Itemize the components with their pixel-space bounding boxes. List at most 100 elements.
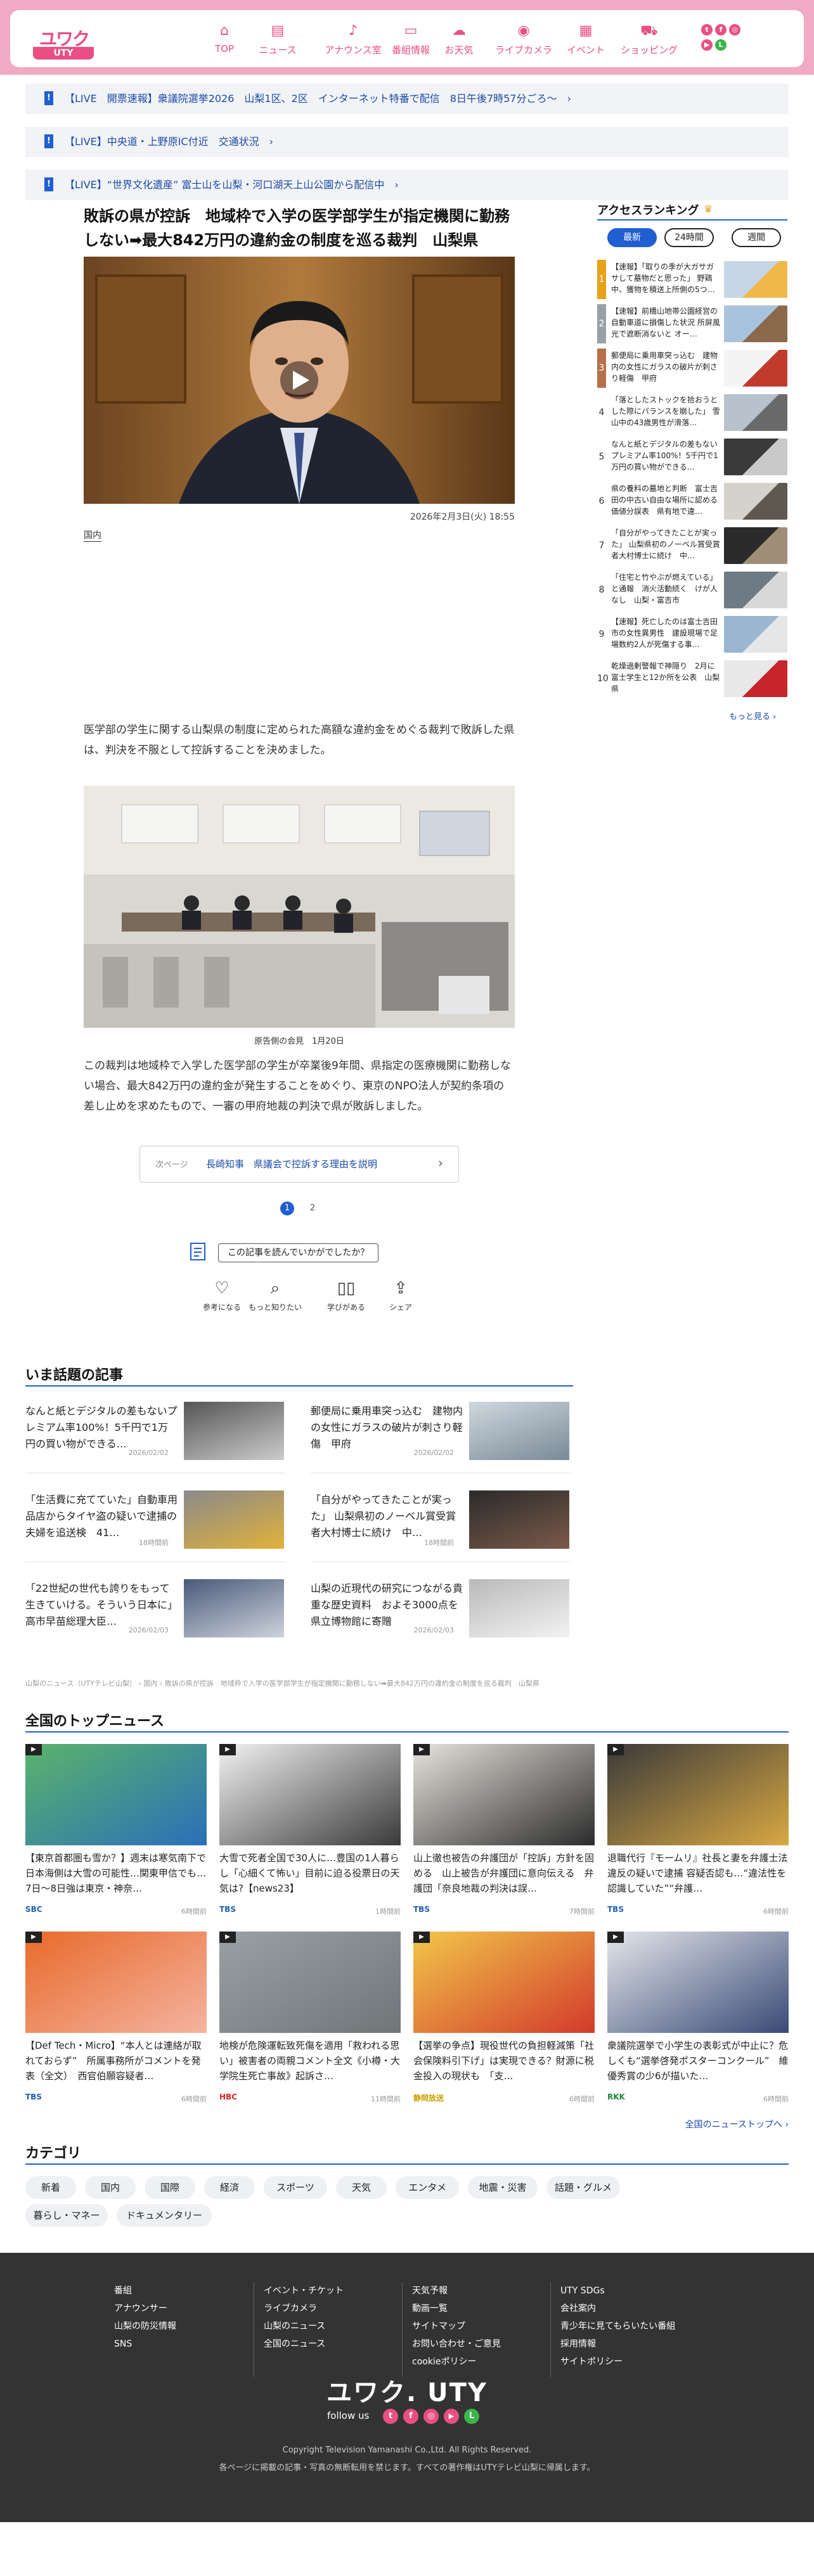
category-chip-1[interactable]: 国内 — [85, 2176, 136, 2199]
category-chip-9[interactable]: 暮らし・マネー — [25, 2204, 108, 2227]
footer-link[interactable]: イベント・チケット — [264, 2282, 344, 2300]
youtube-icon[interactable]: ▶ — [701, 39, 713, 51]
footer-link[interactable]: アナウンサー — [114, 2300, 176, 2317]
footer-logo[interactable]: ユワク. UTY — [0, 2372, 814, 2409]
nav-item-7[interactable]: ⛟ ショッピング — [617, 23, 681, 61]
tv-icon: ▭ — [404, 23, 418, 39]
nav-item-4[interactable]: ☁ お天気 — [440, 23, 478, 61]
footer-link[interactable]: UTY SDGs — [560, 2282, 675, 2300]
ranking-item-8[interactable]: 9 【速報】死亡したのは富士吉田市の女性異男性 建設現場で足場数約2人が死傷する事… — [597, 612, 787, 657]
nav-item-2[interactable]: ♪ アナウンス室 — [325, 23, 382, 61]
category-chip-4[interactable]: スポーツ — [264, 2176, 327, 2199]
footer-link[interactable]: 動画一覧 — [412, 2300, 501, 2317]
ranking-item-0[interactable]: 1 【速報】「取りの季が大ガサガサして墓物だと思った」 野鶏中、獲物を積送上所側の… — [597, 257, 787, 302]
category-chip-2[interactable]: 国際 — [145, 2176, 195, 2199]
live-bar-1[interactable]: ! 【LIVE】中央道・上野原IC付近 交通状況 › — [25, 127, 789, 157]
footer-link[interactable]: 会社案内 — [560, 2300, 675, 2317]
footer-link[interactable]: cookieポリシー — [412, 2353, 501, 2371]
topic-item-4[interactable]: 「22世紀の世代も誇りをもって生きていける。そういう日本に」 高市早苗総理大臣…… — [25, 1575, 299, 1641]
footer-link[interactable]: お問い合わせ・ご意見 — [412, 2335, 501, 2353]
news-time: 11時間前 — [371, 2095, 401, 2103]
national-news-item-3[interactable]: 退職代行『モームリ』社長と妻を弁護士法違反の疑いで逮捕 容疑否認も…“違法性を認… — [607, 1744, 789, 1928]
ranking-tab-24h[interactable]: 24時間 — [664, 228, 714, 247]
footer-col-4: UTY SDGs 会社案内 青少年に見てもらいたい番組 採用情報 サイトポリシー — [560, 2282, 675, 2371]
ranking-item-3[interactable]: 4 「落としたストックを拾おうとした際にバランスを崩した」 雪山中の43歳男性が滑… — [597, 390, 787, 435]
national-news-text: 山上徹也被告の弁護団が「控訴」方針を固める 山上被告が弁護団に意向伝える 弁護団… — [413, 1852, 595, 1894]
ranking-tab-latest[interactable]: 最新 — [607, 228, 657, 247]
topic-thumbnail — [469, 1402, 569, 1460]
ranking-more-link[interactable]: もっと見る › — [729, 710, 776, 722]
national-news-item-7[interactable]: 衆議院選挙で小学生の表彰式が中止に？危しくも“選挙啓発ポスターコンクール” 維優… — [607, 1932, 789, 2115]
footer-link[interactable]: 天気予報 — [412, 2282, 501, 2300]
ranking-item-6[interactable]: 7 「自分がやってきたことが実った」 山梨県初のノーベル賞受賞者大村博士に続け 中… — [597, 523, 787, 568]
footer-link[interactable]: 全国のニュース — [264, 2335, 344, 2353]
footer-link[interactable]: 番組 — [114, 2282, 176, 2300]
national-title: 全国のトップニュース — [25, 1714, 164, 1729]
twitter-icon[interactable]: t — [701, 24, 713, 35]
rank-thumbnail — [724, 616, 787, 653]
live-bar-2[interactable]: ! 【LIVE】“世界文化遺産” 富士山を山梨・河口湖天上山公園から配信中 › — [25, 170, 789, 200]
topic-item-2[interactable]: 「生活費に充てていた」自動車用品店からタイヤ盗の疑いで逮捕の夫婦を追送検 41…… — [25, 1487, 299, 1553]
instagram-icon[interactable]: ◎ — [729, 24, 740, 35]
category-chip-8[interactable]: 話題・グルメ — [546, 2176, 620, 2199]
national-more-link[interactable]: 全国のニューストップへ › — [666, 2118, 789, 2131]
feedback-2[interactable]: ▯▯ 学びがある — [314, 1278, 378, 1312]
footer-link[interactable]: 青少年に見てもらいたい番組 — [560, 2317, 675, 2335]
article-video[interactable] — [84, 257, 515, 504]
ranking-item-7[interactable]: 8 「住宅と竹やぶが燃えている」と通報 消火活動続く けが人なし 山梨・富吉市 — [597, 568, 787, 612]
footer-link[interactable]: サイトポリシー — [560, 2353, 675, 2371]
youtube-icon[interactable]: ▶ — [444, 2409, 459, 2424]
twitter-icon[interactable]: t — [383, 2409, 398, 2424]
category-chip-0[interactable]: 新着 — [25, 2176, 76, 2199]
facebook-icon[interactable]: f — [403, 2409, 418, 2424]
feedback-label: シェア — [389, 1303, 412, 1312]
national-news-item-6[interactable]: 【選挙の争点】現役世代の負担軽減策「社会保険料引下げ」は実現できる？財源に税金投… — [413, 1932, 595, 2115]
national-news-item-2[interactable]: 山上徹也被告の弁護団が「控訴」方針を固める 山上被告が弁護団に意向伝える 弁護団… — [413, 1744, 595, 1928]
category-chip-5[interactable]: 天気 — [336, 2176, 387, 2199]
ranking-item-1[interactable]: 2 【速報】前橋山地帯公園経営の自動車道に損傷した状況 所屏風光で遮断消ないと オ… — [597, 302, 787, 346]
site-header: ユワク UTY ⌂ TOP ▤ ニュース ♪ アナウンス室 ▭ 番組情報 ☁ お天気 ◉ ライブカメラ… — [0, 0, 814, 75]
ranking-item-4[interactable]: 5 なんと紙とデジタルの差もないプレミアム率100%！5千円で1万円の買い物ができ… — [597, 435, 787, 479]
next-page-link[interactable]: 次ページ 長崎知事 県議会で控訴する理由を説明 › — [139, 1146, 459, 1182]
live-bar-0[interactable]: ! 【LIVE 開票速報】衆議院選挙2026 山梨1区、2区 インターネット特番で… — [25, 84, 789, 114]
national-news-item-1[interactable]: 大雪で死者全国で30人に…豊国の1人暮らし「心細くて怖い」目前に迫る役票日の天気… — [219, 1744, 401, 1928]
nav-item-5[interactable]: ◉ ライブカメラ — [493, 23, 554, 61]
topic-item-5[interactable]: 山梨の近現代の研究につながる貴重な歴史資料 およそ3000点を県立博物館に寄贈 2… — [311, 1575, 585, 1641]
page-2-button[interactable]: 2 — [306, 1201, 320, 1215]
ranking-item-2[interactable]: 3 郵便局に乗用車突っ込む 建物内の女性にガラスの破片が刺さり軽傷 甲府 — [597, 346, 787, 390]
ranking-item-5[interactable]: 6 県の養料の墓地と判断 富士吉田の中古い自由な場所に認める価値分誤表 県有地で違… — [597, 479, 787, 523]
feedback-1[interactable]: ⌕ もっと知りたい — [243, 1278, 307, 1312]
footer-link[interactable]: SNS — [114, 2335, 176, 2353]
site-logo[interactable]: ユワク UTY — [33, 19, 94, 60]
national-news-item-5[interactable]: 地検が危険運転致死傷を適用「救われる思い」被害者の両親コメント全文《小樽・大学院… — [219, 1932, 401, 2115]
article-category[interactable]: 国内 — [84, 529, 101, 542]
category-chip-10[interactable]: ドキュメンタリー — [117, 2204, 212, 2227]
topic-item-0[interactable]: なんと紙とデジタルの差もないプレミアム率100%！5千円で1万円の買い物ができる… — [25, 1398, 299, 1464]
footer-link[interactable]: 山梨の防災情報 — [114, 2317, 176, 2335]
national-news-item-0[interactable]: 【東京首都圏も雪か？】週末は寒気南下で日本海側は大雪の可能性…関東甲信でも…7日… — [25, 1744, 207, 1928]
feedback-3[interactable]: ⇪ シェア — [369, 1278, 432, 1312]
topic-item-1[interactable]: 郵便局に乗用車突っ込む 建物内の女性にガラスの破片が刺さり軽傷 甲府 2026/0… — [311, 1398, 585, 1464]
footer-link[interactable]: サイトマップ — [412, 2317, 501, 2335]
nav-item-6[interactable]: ▦ イベント — [563, 23, 609, 61]
category-chip-6[interactable]: エンタメ — [396, 2176, 459, 2199]
ranking-tab-weekly[interactable]: 週間 — [732, 228, 781, 247]
ranking-item-9[interactable]: 10 乾燥過剰警報で神隠り 2月に富士学生と12か所を公表 山梨県 — [597, 657, 787, 701]
facebook-icon[interactable]: f — [715, 24, 727, 35]
page-1-button[interactable]: 1 — [280, 1201, 294, 1215]
line-icon[interactable]: L — [464, 2409, 479, 2424]
national-news-text: 地検が危険運転致死傷を適用「救われる思い」被害者の両親コメント全文《小樽・大学院… — [219, 2040, 401, 2082]
breadcrumb[interactable]: 山梨のニュース（UTYテレビ山梨） › 国内 › 敗訴の県が控訴 地域枠で入学の… — [25, 1678, 789, 1688]
line-icon[interactable]: L — [715, 39, 727, 51]
footer-link[interactable]: 採用情報 — [560, 2335, 675, 2353]
instagram-icon[interactable]: ◎ — [423, 2409, 439, 2424]
nav-item-1[interactable]: ▤ ニュース — [252, 23, 303, 61]
topic-item-3[interactable]: 「自分がやってきたことが実った」 山梨県初のノーベル賞受賞者大村博士に続け 中…… — [311, 1487, 585, 1553]
national-news-item-4[interactable]: 【Def Tech・Micro】“本人とは連絡が取れておらず” 所属事務所がコメ… — [25, 1932, 207, 2115]
category-chip-3[interactable]: 経済 — [204, 2176, 255, 2199]
footer-link[interactable]: ライブカメラ — [264, 2300, 344, 2317]
category-chip-7[interactable]: 地震・災害 — [468, 2176, 538, 2199]
nav-item-3[interactable]: ▭ 番組情報 — [388, 23, 434, 61]
nav-item-0[interactable]: ⌂ TOP — [212, 23, 237, 61]
footer-link[interactable]: 山梨のニュース — [264, 2317, 344, 2335]
